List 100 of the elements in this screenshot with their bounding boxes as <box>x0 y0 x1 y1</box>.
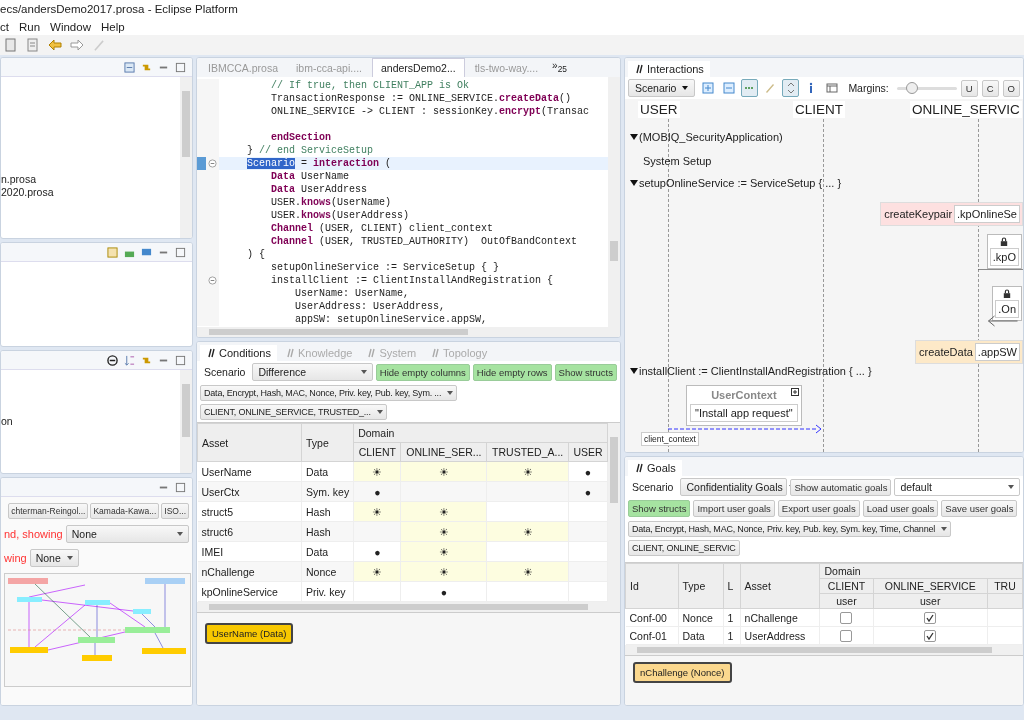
domain-filter-dropdown[interactable]: CLIENT, ONLINE_SERVICE, TRUSTED_... <box>200 404 387 420</box>
channel-label: client_context <box>641 432 699 446</box>
collapse-tool-icon[interactable] <box>720 79 737 97</box>
filter-dropdown[interactable]: None <box>29 549 79 567</box>
menu-item[interactable]: Help <box>100 20 125 33</box>
editor-tab[interactable]: andersDemo2... <box>371 58 465 77</box>
document-icon[interactable] <box>4 38 18 52</box>
goal-button[interactable]: Import user goals <box>693 500 775 517</box>
goal-button[interactable]: Show structs <box>628 500 691 517</box>
menu-item[interactable]: ct <box>0 20 9 33</box>
graph-node[interactable] <box>10 647 48 653</box>
graph-node[interactable] <box>82 655 112 661</box>
column-header[interactable]: Type <box>301 423 354 462</box>
mode-dropdown[interactable]: Difference <box>252 363 373 381</box>
goal-button[interactable]: Save user goals <box>941 500 1018 517</box>
toggle-button[interactable]: Hide empty columns <box>375 363 470 381</box>
fold-icon[interactable] <box>208 276 217 285</box>
column-header[interactable]: Type <box>678 563 724 609</box>
graph-node[interactable] <box>85 600 110 605</box>
expand-icon[interactable] <box>790 388 799 396</box>
encrypted-message-box[interactable]: .On <box>992 286 1022 321</box>
type-filter-dropdown[interactable]: Data, Encrypt, Hash, MAC, Nonce, Priv. key, Pub. key, Sym. key, Time, Channel <box>628 521 952 537</box>
scrollbar[interactable] <box>180 77 192 238</box>
menu-item[interactable]: Window <box>50 20 91 33</box>
updown-tool-icon[interactable] <box>782 79 799 97</box>
view-button[interactable]: U <box>960 79 978 97</box>
checkbox[interactable] <box>840 630 853 643</box>
fold-icon[interactable] <box>208 159 217 168</box>
maximize-icon[interactable] <box>175 246 186 258</box>
file-item[interactable]: n.prosa <box>1 173 37 186</box>
table-cell: nChallenge <box>197 561 302 582</box>
action-box[interactable]: createData .appSW <box>915 340 1023 364</box>
asset-chip[interactable]: UserName (Data) <box>205 623 294 644</box>
collapse-icon[interactable] <box>107 354 118 366</box>
layout-button[interactable]: Kamada-Kawa... <box>90 503 160 519</box>
scrollbar[interactable] <box>608 77 620 327</box>
goal-button[interactable]: Export user goals <box>777 500 860 517</box>
automatic-goals-button[interactable]: Show automatic goals <box>790 478 892 496</box>
graph-node[interactable] <box>78 637 115 643</box>
scrollbar[interactable] <box>197 327 620 337</box>
profile-dropdown[interactable]: default <box>894 478 1020 496</box>
code-line: installClient := ClientInstallAndRegistration { <box>270 274 555 287</box>
scrollbar[interactable] <box>625 645 1023 656</box>
toggle-button[interactable]: Hide empty rows <box>472 363 552 381</box>
checkbox[interactable] <box>924 612 937 625</box>
scrollbar[interactable] <box>197 602 620 612</box>
layout-button[interactable]: ISO... <box>161 503 189 519</box>
section-header[interactable]: (MOBIQ_SecurityApplication) <box>630 131 783 143</box>
section-header[interactable]: setupOnlineService := ServiceSetup { ... } <box>630 177 842 189</box>
checkbox[interactable] <box>840 612 853 625</box>
domain-filter-dropdown[interactable]: CLIENT, ONLINE_SERVIC <box>628 540 740 556</box>
graph-node[interactable] <box>145 578 185 584</box>
table-cell: Nonce <box>678 608 724 627</box>
view-button[interactable]: C <box>981 79 999 97</box>
view-tab[interactable]: Conditions <box>200 345 277 361</box>
more-tabs[interactable]: »$_{25}$ <box>548 58 571 77</box>
checkbox[interactable] <box>924 630 937 643</box>
toggle-button[interactable]: Show structs <box>554 363 617 381</box>
filter-label: nd, showing <box>4 528 63 540</box>
pen-icon[interactable] <box>92 38 106 52</box>
sort-icon[interactable] <box>124 354 135 366</box>
margins-slider[interactable] <box>896 81 957 95</box>
action-box[interactable]: createKeypair .kpOnlineSe <box>880 202 1023 226</box>
outline-item[interactable]: on <box>1 415 13 428</box>
column-header[interactable]: Id <box>625 563 679 609</box>
encrypted-message-box[interactable]: .kpO <box>986 234 1022 269</box>
dots-tool-icon[interactable] <box>740 79 758 97</box>
context-box[interactable]: UserContext "Install app request" <box>686 385 802 426</box>
filter-dropdown[interactable]: None <box>65 525 189 543</box>
graph-node[interactable] <box>17 597 42 602</box>
column-header[interactable]: Asset <box>740 563 820 609</box>
section-header[interactable]: installClient := ClientInstallAndRegistration { ... } <box>630 365 872 377</box>
scrollbar[interactable] <box>180 370 192 473</box>
maximize-icon[interactable] <box>175 61 186 73</box>
graph-node[interactable] <box>8 578 48 584</box>
group-header: Domain <box>353 423 608 443</box>
layout-button[interactable]: chterman-Reingol... <box>8 503 89 519</box>
maximize-icon[interactable] <box>175 481 186 493</box>
graph-node[interactable] <box>133 609 151 614</box>
view-button[interactable]: O <box>1002 79 1020 97</box>
view-tab[interactable]: Goals <box>628 460 682 476</box>
menu-item[interactable]: Run <box>18 20 41 33</box>
goal-button[interactable]: Load user goals <box>862 500 939 517</box>
graph-node[interactable] <box>142 648 186 654</box>
code-line: USER.knows(UserName) <box>270 196 393 209</box>
arrow-left-icon[interactable] <box>48 38 62 52</box>
scrollbar[interactable] <box>608 423 620 602</box>
goal-type-dropdown[interactable]: Confidentiality Goals <box>680 478 788 496</box>
file-item[interactable]: 2020.prosa <box>1 186 54 199</box>
view-tab[interactable]: Interactions <box>628 61 710 77</box>
filter-label: wing <box>4 552 27 564</box>
column-header[interactable]: Asset <box>197 423 302 462</box>
document-icon[interactable] <box>26 38 40 52</box>
expand-tool-icon[interactable] <box>699 79 717 97</box>
asset-chip[interactable]: nChallenge (Nonce) <box>633 662 732 684</box>
scenario-dropdown[interactable]: Scenario <box>628 79 696 97</box>
graph-node[interactable] <box>125 627 170 633</box>
maximize-icon[interactable] <box>175 354 186 366</box>
type-filter-dropdown[interactable]: Data, Encrypt, Hash, MAC, Nonce, Priv. key, Pub. key, Sym. ... <box>200 385 458 401</box>
arrow-right-icon[interactable] <box>70 38 84 52</box>
